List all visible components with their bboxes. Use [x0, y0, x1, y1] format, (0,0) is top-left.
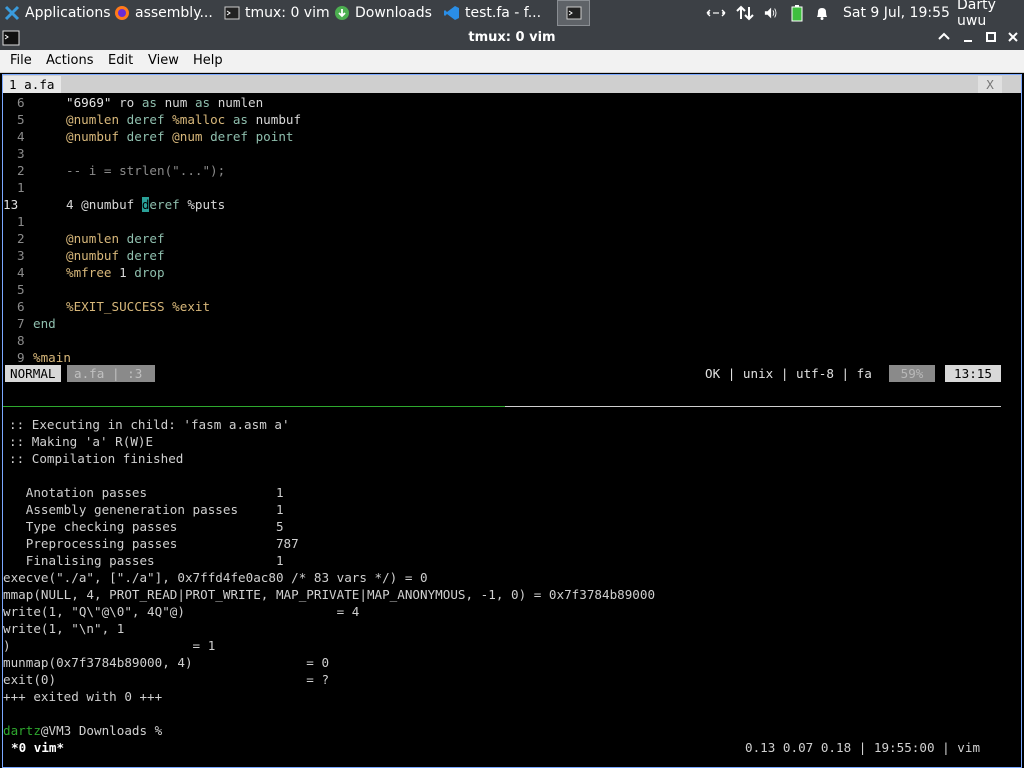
task-label: assembly...	[135, 5, 213, 21]
line-number: 6	[17, 299, 25, 314]
task-label: test.fa - f...	[465, 5, 542, 21]
line-number: 3	[17, 146, 25, 161]
pane-separator	[505, 406, 1001, 407]
current-line-number: 13	[3, 197, 19, 212]
code-line: @numbuf deref @num deref point	[66, 129, 294, 144]
clock[interactable]: Sat 9 Jul, 19:55	[843, 0, 950, 26]
clock-text: Sat 9 Jul, 19:55	[843, 5, 950, 21]
pane-separator-active	[3, 406, 505, 407]
task-label: Downloads	[355, 5, 432, 21]
line-number: 1	[17, 214, 25, 229]
output-line: +++ exited with 0 +++	[3, 689, 163, 704]
task-label: tmux: 0 vim	[245, 5, 330, 21]
output-line: write(1, "\n", 1	[3, 621, 125, 636]
applications-menu[interactable]: Applications	[0, 0, 112, 26]
window-title: tmux: 0 vim	[468, 30, 556, 45]
code-line: @numlen deref	[66, 231, 165, 246]
battery-icon[interactable]	[789, 5, 805, 22]
menu-view[interactable]: View	[148, 53, 179, 68]
system-tray	[706, 0, 830, 26]
menu-edit[interactable]: Edit	[108, 53, 133, 68]
vim-status-percent: 59%	[889, 365, 935, 382]
notification-bell-icon[interactable]	[814, 5, 830, 21]
code-line-current: 4 @numbuf deref %puts	[66, 197, 226, 212]
code-line: end	[33, 316, 56, 331]
line-number: 7	[17, 316, 25, 331]
download-icon	[334, 5, 350, 21]
code-line: %EXIT_SUCCESS %exit	[66, 299, 211, 314]
line-number: 5	[17, 112, 25, 127]
window-maximize-icon[interactable]	[984, 29, 998, 49]
line-number: 1	[17, 180, 25, 195]
terminal-icon	[224, 5, 240, 21]
output-line: Assembly geneneration passes 1	[3, 502, 284, 517]
tmux-window-indicator[interactable]: *0 vim*	[11, 739, 64, 756]
vim-statusline: NORMAL a.fa | :3 OK | unix | utf-8 | fa …	[3, 365, 1003, 382]
applications-label: Applications	[25, 5, 111, 21]
output-line: Preprocessing passes 787	[3, 536, 299, 551]
vim-status-file: a.fa | :3	[67, 365, 155, 382]
volume-icon[interactable]	[764, 5, 780, 21]
task-downloads[interactable]: Downloads	[330, 0, 442, 26]
output-line: write(1, "Q\"@\0", 4Q"@) = 4	[3, 604, 360, 619]
line-number: 2	[17, 163, 25, 178]
output-line: :: Making 'a' R(W)E	[9, 434, 154, 449]
comment-line: -- i = strlen("...");	[66, 163, 226, 178]
vim-mode: NORMAL	[5, 365, 61, 382]
output-line: Type checking passes 5	[3, 519, 284, 534]
network-icon[interactable]	[706, 5, 726, 21]
output-line: :: Executing in child: 'fasm a.asm a'	[9, 417, 290, 432]
xfce-logo-icon	[4, 5, 20, 21]
code-line: @numlen deref %malloc as numbuf	[66, 112, 302, 127]
vim-status-position: 13:15	[945, 365, 1001, 382]
top-panel: Applications assembly... tmux: 0 vim Dow…	[0, 0, 1024, 29]
transfer-arrows-icon[interactable]	[735, 5, 755, 21]
output-line: exit(0) = ?	[3, 672, 330, 687]
line-number: 5	[17, 282, 25, 297]
task-vscode[interactable]: test.fa - f...	[440, 0, 554, 26]
window-up-icon[interactable]	[937, 29, 951, 49]
firefox-icon	[114, 5, 130, 21]
shell-prompt[interactable]: dartz@VM3 Downloads %	[3, 722, 162, 739]
vim-tab-close[interactable]: X	[978, 76, 1002, 93]
output-line: :: Compilation finished	[9, 451, 184, 466]
line-number: 2	[17, 231, 25, 246]
output-line: execve("./a", ["./a"], 0x7ffd4fe0ac80 /*…	[3, 570, 428, 585]
output-line: munmap(0x7f3784b89000, 4) = 0	[3, 655, 330, 670]
window-close-icon[interactable]	[1006, 29, 1020, 49]
terminal-icon	[566, 5, 582, 21]
user-menu[interactable]: Darty uwu	[957, 0, 1024, 29]
menu-file[interactable]: File	[10, 53, 32, 68]
menu-help[interactable]: Help	[193, 53, 223, 68]
line-number: 6	[17, 95, 25, 110]
vim-tab[interactable]: 1 a.fa	[3, 76, 61, 93]
vim-status-info: OK | unix | utf-8 | fa	[705, 366, 872, 381]
line-number: 3	[17, 248, 25, 263]
code-line: "6969" ro as num as numlen	[66, 95, 264, 110]
line-number: 9	[17, 350, 25, 365]
menu-actions[interactable]: Actions	[46, 53, 94, 68]
line-number: 4	[17, 129, 25, 144]
task-firefox[interactable]: assembly...	[110, 0, 222, 26]
user-name: Darty uwu	[957, 0, 996, 29]
code-line: %main	[33, 350, 71, 365]
code-line: @numbuf deref	[66, 248, 165, 263]
tmux-status-right: 0.13 0.07 0.18 | 19:55:00 | vim	[745, 740, 981, 755]
task-terminal-active[interactable]	[557, 0, 590, 26]
output-line: ) = 1	[3, 638, 216, 653]
terminal-area[interactable]: 1 a.fa X 6 "6969" ro as num as numlen 5 …	[2, 74, 1022, 768]
output-line: mmap(NULL, 4, PROT_READ|PROT_WRITE, MAP_…	[3, 587, 656, 602]
vscode-icon	[444, 5, 460, 21]
task-tmux[interactable]: tmux: 0 vim	[220, 0, 332, 26]
window-titlebar[interactable]: tmux: 0 vim	[0, 26, 1024, 50]
output-line: Finalising passes 1	[3, 553, 284, 568]
code-line: %mfree 1 drop	[66, 265, 165, 280]
window-minimize-icon[interactable]	[961, 29, 975, 49]
vim-tabline	[3, 75, 1021, 93]
output-line: Anotation passes 1	[3, 485, 284, 500]
line-number: 8	[17, 333, 25, 348]
menubar: File Actions Edit View Help	[0, 50, 1024, 73]
line-number: 4	[17, 265, 25, 280]
